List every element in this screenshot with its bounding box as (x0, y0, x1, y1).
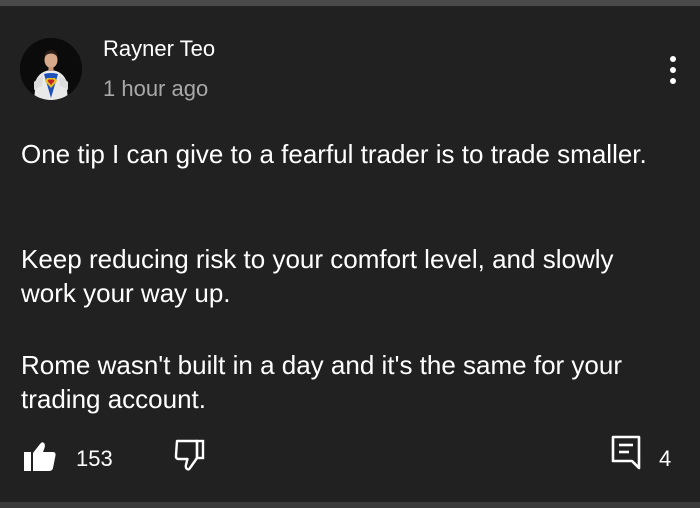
more-options-button[interactable] (660, 50, 686, 90)
reply-button[interactable] (610, 434, 642, 470)
comment-card: Rayner Teo 1 hour ago One tip I can give… (0, 0, 700, 508)
comment-icon (611, 435, 641, 470)
author-name[interactable]: Rayner Teo (103, 36, 215, 62)
dislike-button[interactable] (172, 438, 208, 474)
thumbs-down-icon (174, 439, 205, 471)
thumbs-up-icon (24, 442, 56, 471)
top-divider (0, 0, 700, 6)
comment-timestamp: 1 hour ago (103, 76, 209, 101)
menu-dot (670, 56, 676, 62)
comment-paragraph: Rome wasn't built in a day and it's the … (21, 350, 622, 414)
like-count: 153 (76, 446, 113, 471)
avatar[interactable] (20, 38, 82, 100)
comment-paragraph: Keep reducing risk to your comfort level… (21, 244, 614, 308)
like-button[interactable] (22, 438, 58, 474)
menu-dot (670, 78, 676, 84)
avatar-icon (20, 38, 82, 100)
comment-paragraph: One tip I can give to a fearful trader i… (21, 139, 647, 169)
menu-dot (670, 67, 676, 73)
reply-count: 4 (659, 446, 672, 471)
bottom-divider (0, 502, 700, 508)
